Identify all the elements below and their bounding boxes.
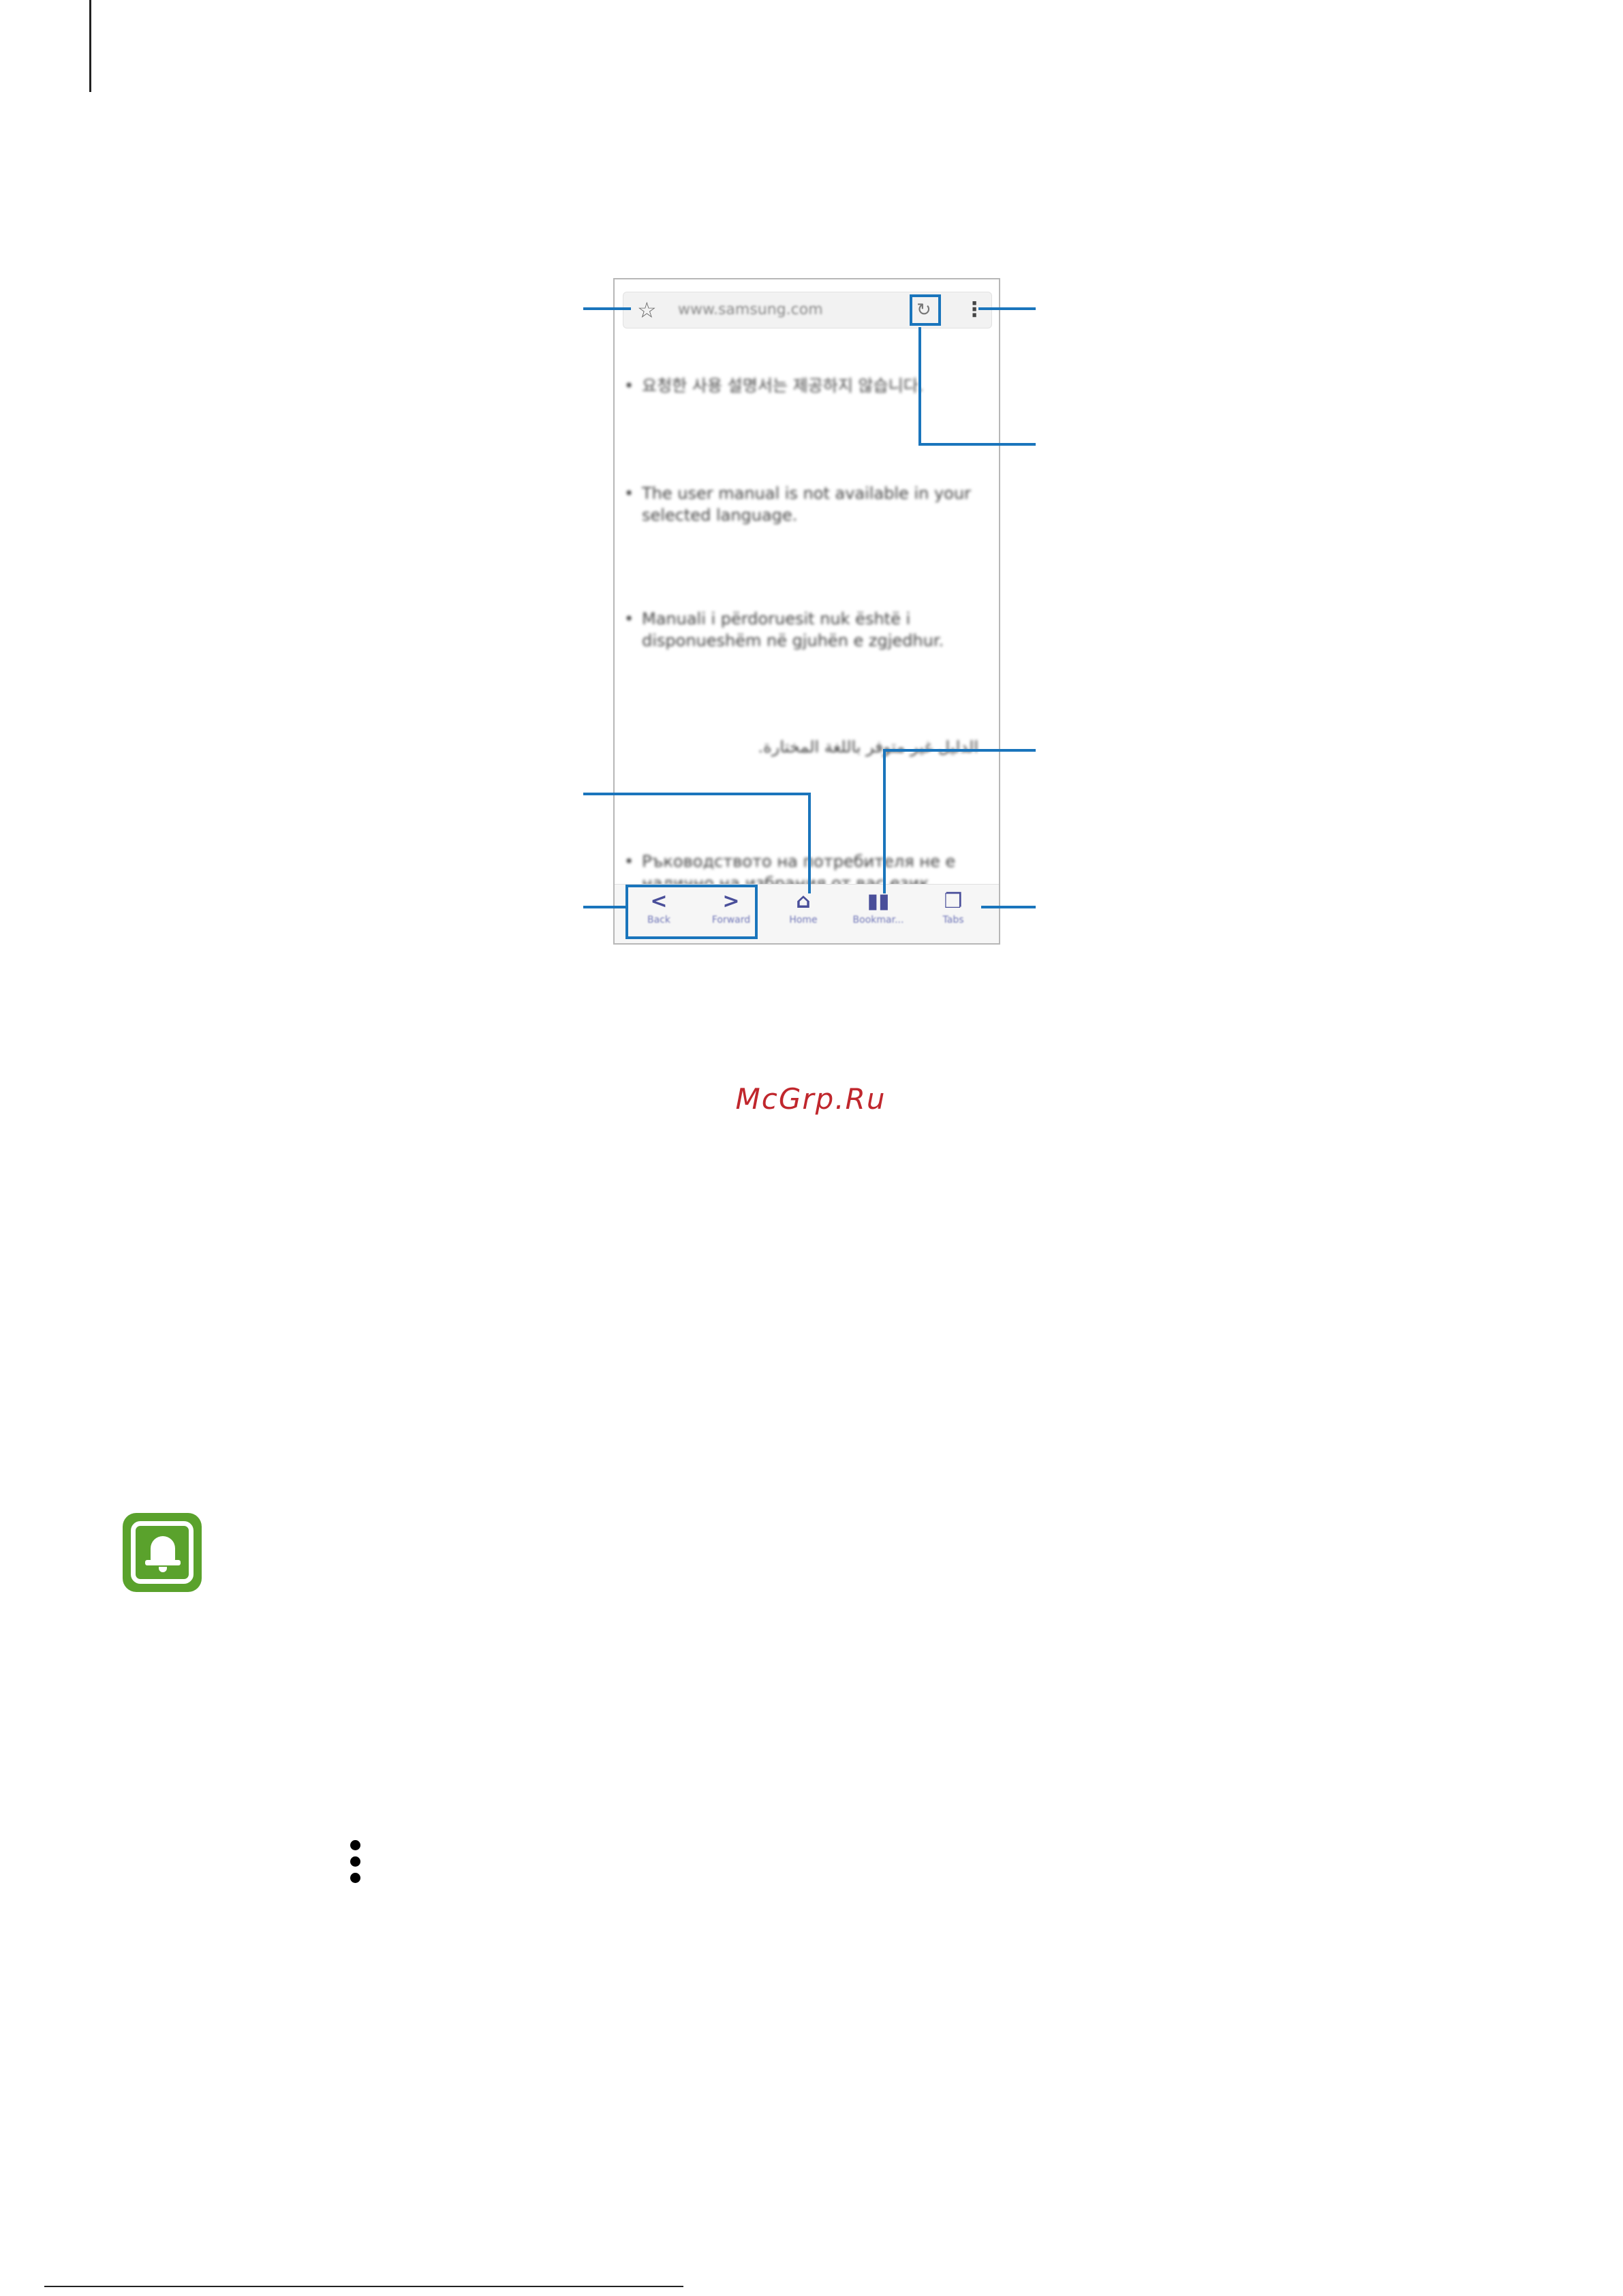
more-options-icon[interactable]: ⋮ — [964, 296, 985, 324]
nav-back-button[interactable]: < Back — [628, 890, 690, 927]
callout-line-tabs — [981, 906, 1036, 908]
refresh-highlight-box: ↻ — [910, 294, 941, 326]
callout-line-home — [583, 793, 809, 795]
nav-forward-button[interactable]: > Forward — [700, 890, 762, 927]
content-paragraph: • Manuali i përdoruesit nuk është i dispo… — [624, 609, 944, 650]
footer-divider — [44, 2286, 683, 2287]
more-options-vertical-icon — [348, 1840, 362, 1889]
callout-line-refresh — [918, 443, 1036, 446]
refresh-icon[interactable]: ↻ — [916, 297, 931, 323]
callout-line-bookmarks-vertical — [883, 749, 886, 893]
callout-line-address-bar — [583, 307, 631, 310]
watermark-text: McGrp.Ru — [735, 1082, 886, 1116]
url-text[interactable]: www.samsung.com — [678, 301, 823, 318]
nav-tabs-button[interactable]: ❐ Tabs — [923, 890, 984, 927]
address-bar[interactable]: ☆ www.samsung.com ↻ ⋮ — [623, 292, 992, 328]
nav-home-button[interactable]: ⌂ Home — [773, 890, 834, 927]
browser-screenshot: ☆ www.samsung.com ↻ ⋮ • 요청한 사용 설명서는 제공하지 … — [613, 278, 1000, 945]
chevron-right-icon: > — [722, 889, 740, 913]
nav-bookmarks-button[interactable]: ▮▮ Bookmar... — [848, 890, 909, 927]
callout-line-menu — [978, 307, 1036, 310]
tabs-icon: ❐ — [944, 889, 963, 913]
bookmark-book-icon: ▮▮ — [867, 889, 890, 913]
star-icon[interactable]: ☆ — [637, 296, 657, 324]
content-paragraph: • 요청한 사용 설명서는 제공하지 않습니다. — [624, 376, 924, 395]
content-paragraph: الدليل غير متوفر باللغة المختارة. — [758, 737, 978, 756]
home-icon: ⌂ — [796, 889, 811, 913]
bell-notice-icon — [123, 1513, 202, 1592]
callout-line-home-vertical — [808, 793, 811, 893]
page-margin-bar — [89, 0, 91, 92]
bottom-nav-bar: < Back > Forward ⌂ Home ▮▮ Bookmar... ❐ … — [615, 884, 999, 943]
content-paragraph: • The user manual is not available in you… — [624, 484, 971, 525]
callout-line-bookmarks — [883, 749, 1036, 752]
callout-line-refresh-vertical — [918, 327, 921, 444]
chevron-left-icon: < — [650, 889, 668, 913]
callout-line-back-forward — [583, 906, 627, 908]
